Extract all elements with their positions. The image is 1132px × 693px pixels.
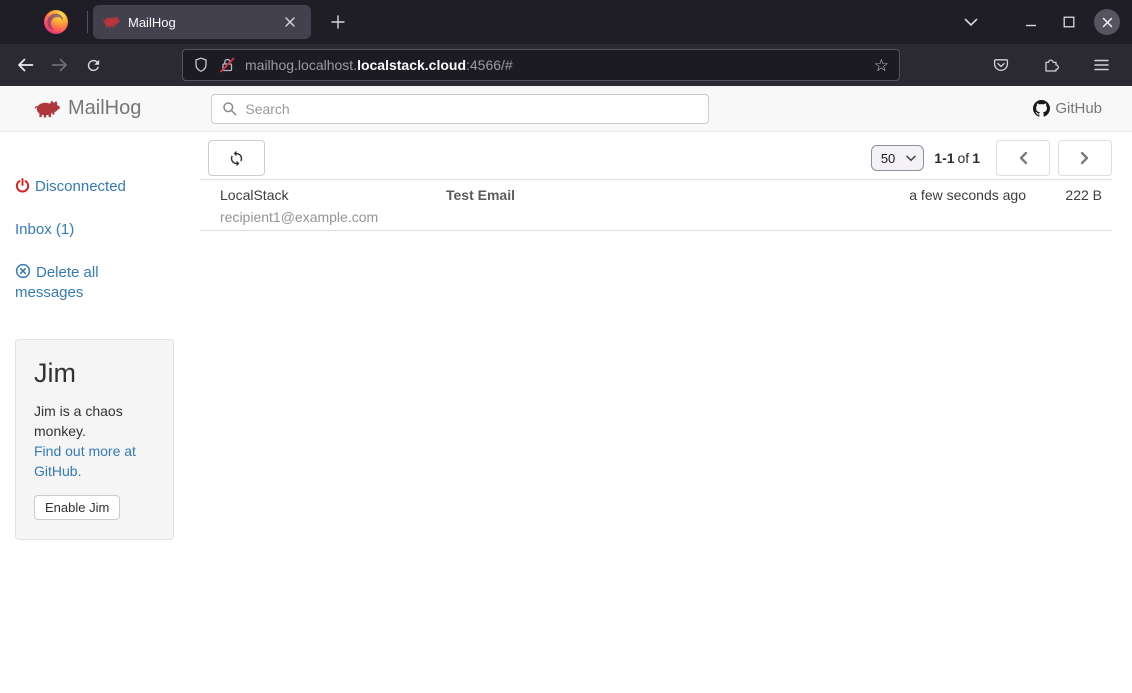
message-toolbar: 50 1-1of1	[200, 140, 1112, 176]
mailhog-brand[interactable]: MailHog	[35, 97, 141, 120]
next-page-button[interactable]	[1058, 140, 1112, 176]
message-list-area: 50 1-1of1	[185, 132, 1132, 540]
browser-tab-mailhog[interactable]: MailHog	[93, 5, 311, 39]
chevron-down-icon	[964, 18, 978, 27]
pagination-controls: 50 1-1of1	[871, 140, 1112, 176]
extensions-button[interactable]	[1034, 50, 1068, 80]
jim-title: Jim	[34, 358, 155, 389]
jim-panel: Jim Jim is a chaos monkey. Find out more…	[15, 339, 174, 540]
chevron-right-icon	[1079, 150, 1091, 166]
browser-navbar: mailhog.localhost.localstack.cloud:4566/…	[0, 44, 1132, 86]
chevron-left-icon	[1017, 150, 1029, 166]
connection-status[interactable]: Disconnected	[15, 177, 185, 197]
minimize-icon	[1025, 16, 1037, 28]
reload-button[interactable]	[76, 50, 110, 80]
window-maximize-button[interactable]	[1056, 9, 1082, 35]
mailhog-pig-icon	[35, 100, 60, 118]
search-box	[211, 94, 709, 124]
insecure-lock-icon	[219, 57, 235, 73]
sidebar-item-inbox[interactable]: Inbox (1)	[15, 220, 185, 240]
page-body: Disconnected Inbox (1) Delete all messag…	[0, 132, 1132, 540]
circled-x-icon	[15, 263, 31, 279]
search-icon	[222, 101, 237, 116]
tab-title: MailHog	[128, 15, 271, 30]
message-from-column: LocalStack recipient1@example.com	[220, 187, 446, 230]
message-size: 222 B	[1026, 187, 1102, 230]
window-controls	[958, 9, 1120, 35]
close-icon	[1102, 17, 1113, 28]
plus-icon	[331, 15, 345, 29]
forward-button[interactable]	[42, 50, 76, 80]
mailhog-page: MailHog GitHub Disconnected Inbox (1)	[0, 86, 1132, 693]
sidebar-item-delete-all[interactable]: Delete all messages	[15, 263, 140, 303]
brand-title: MailHog	[68, 97, 141, 120]
back-button[interactable]	[8, 50, 42, 80]
bookmark-star-icon[interactable]: ☆	[874, 57, 889, 74]
per-page-select[interactable]: 50	[871, 145, 924, 171]
message-row[interactable]: LocalStack recipient1@example.com Test E…	[200, 180, 1112, 231]
shield-icon	[193, 57, 209, 73]
range-total: 1	[972, 150, 980, 166]
refresh-button[interactable]	[208, 140, 265, 176]
maximize-icon	[1063, 16, 1075, 28]
app-menu-button[interactable]	[1084, 50, 1118, 80]
window-close-button[interactable]	[1094, 9, 1120, 35]
pocket-button[interactable]	[984, 50, 1018, 80]
inbox-label: Inbox (1)	[15, 221, 74, 238]
url-text: mailhog.localhost.localstack.cloud:4566/…	[245, 57, 864, 73]
new-tab-button[interactable]	[323, 7, 353, 37]
range-of: of	[958, 150, 970, 166]
refresh-icon	[228, 150, 245, 167]
enable-jim-button[interactable]: Enable Jim	[34, 495, 120, 520]
back-arrow-icon	[17, 57, 34, 73]
forward-arrow-icon	[51, 57, 68, 73]
github-label: GitHub	[1055, 100, 1102, 117]
tab-close-icon[interactable]	[279, 11, 301, 33]
firefox-logo-icon	[43, 9, 69, 35]
url-domain: localstack.cloud	[357, 57, 466, 73]
github-octocat-icon	[1033, 100, 1050, 117]
per-page-value: 50	[881, 151, 895, 166]
message-time: a few seconds ago	[856, 187, 1026, 230]
firefox-menu-button[interactable]	[39, 5, 73, 39]
window-titlebar: MailHog	[0, 0, 1132, 44]
titlebar-separator	[87, 11, 88, 33]
range-current: 1-1	[934, 150, 954, 166]
pagination-range: 1-1of1	[934, 150, 980, 166]
jim-description: Jim is a chaos monkey.	[34, 401, 155, 441]
prev-page-button[interactable]	[996, 140, 1050, 176]
jim-github-link[interactable]: Find out more at GitHub.	[34, 441, 155, 481]
sidebar: Disconnected Inbox (1) Delete all messag…	[0, 132, 185, 540]
message-recipient: recipient1@example.com	[220, 209, 446, 225]
power-icon	[15, 178, 30, 193]
puzzle-icon	[1043, 57, 1059, 73]
mailhog-header: MailHog GitHub	[0, 86, 1132, 132]
github-link[interactable]: GitHub	[1033, 100, 1102, 117]
url-suffix: :4566/#	[466, 57, 513, 73]
list-tabs-button[interactable]	[958, 9, 984, 35]
pocket-icon	[993, 57, 1009, 73]
message-sender: LocalStack	[220, 187, 446, 203]
reload-icon	[85, 57, 102, 74]
url-prefix: mailhog.localhost.	[245, 57, 357, 73]
window-minimize-button[interactable]	[1018, 9, 1044, 35]
navbar-right-icons	[984, 50, 1118, 80]
message-subject: Test Email	[446, 187, 856, 230]
url-bar[interactable]: mailhog.localhost.localstack.cloud:4566/…	[182, 49, 900, 81]
search-input[interactable]	[245, 101, 698, 117]
hamburger-icon	[1094, 59, 1109, 71]
status-label: Disconnected	[35, 178, 126, 195]
select-chevron-icon	[906, 155, 916, 162]
mailhog-favicon	[103, 16, 120, 28]
